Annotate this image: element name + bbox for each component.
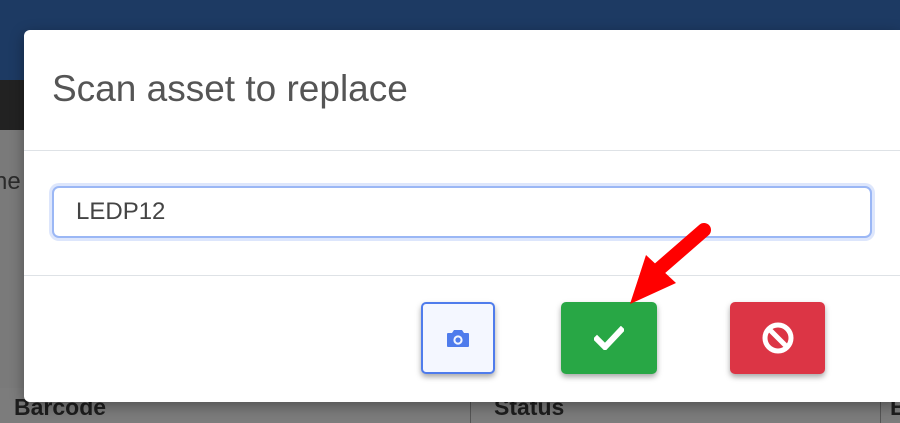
scan-asset-modal: Scan asset to replace xyxy=(24,30,900,402)
camera-scan-button[interactable] xyxy=(421,302,495,374)
asset-scan-input[interactable] xyxy=(52,186,872,238)
camera-icon xyxy=(447,330,469,347)
modal-footer-divider xyxy=(24,275,900,276)
background-text-fragment: ne xyxy=(0,168,21,195)
ban-icon xyxy=(762,322,793,354)
annotation-arrow-icon xyxy=(630,223,711,304)
confirm-button[interactable] xyxy=(561,302,657,374)
check-icon xyxy=(594,326,624,350)
modal-header-divider xyxy=(24,150,900,151)
modal-title: Scan asset to replace xyxy=(52,68,408,109)
cancel-button[interactable] xyxy=(730,302,825,374)
